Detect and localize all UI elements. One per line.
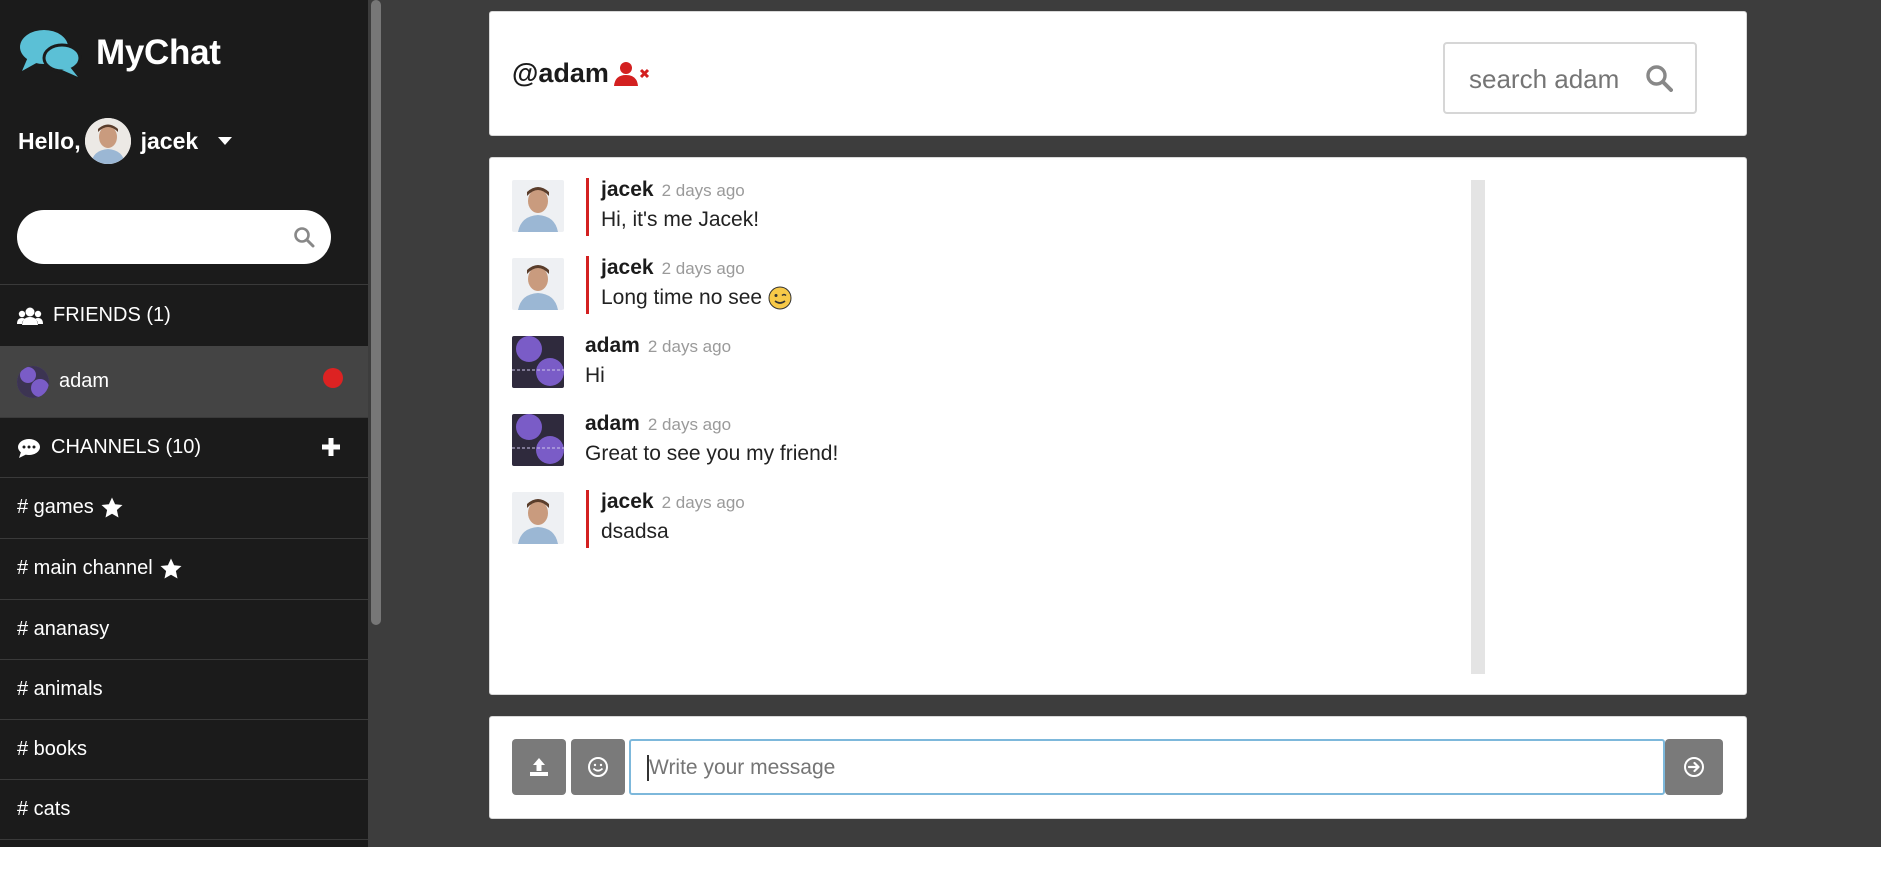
message-text: Long time no see <box>601 286 792 310</box>
conversation-title: @adam <box>512 58 651 89</box>
message-time: 2 days ago <box>661 259 745 278</box>
message-input[interactable] <box>649 753 1629 783</box>
status-dot <box>323 368 343 388</box>
message-item: jacek 2 days ago Long time no see <box>512 256 1452 314</box>
message-item: jacek 2 days ago dsadsa <box>512 490 1452 548</box>
channel-item-games[interactable]: # games <box>0 477 368 537</box>
chat-bubbles-icon <box>20 30 82 77</box>
sidebar-search-input[interactable] <box>35 222 275 252</box>
channel-label: # ananasy <box>17 618 110 640</box>
message-text-content: Hi <box>585 364 605 387</box>
friends-header[interactable]: FRIENDS (1) <box>0 284 368 346</box>
greeting: Hello, <box>18 127 81 154</box>
wink-emoji-icon <box>768 286 792 310</box>
upload-button[interactable] <box>512 739 566 795</box>
channel-label: # books <box>17 738 88 760</box>
friend-avatar <box>17 365 49 398</box>
message-author[interactable]: jacek <box>601 178 654 201</box>
conversation-title-text: @adam <box>512 58 609 88</box>
message-text-content: Long time no see <box>601 286 763 309</box>
sidebar: MyChat Hello, jacek FRIENDS (1) adam CHA… <box>0 0 368 847</box>
app-window: MyChat Hello, jacek FRIENDS (1) adam CHA… <box>0 0 1881 847</box>
message-body: jacek 2 days ago Long time no see <box>586 256 792 314</box>
send-button[interactable] <box>1665 739 1723 795</box>
message-time: 2 days ago <box>661 181 745 200</box>
message-author[interactable]: adam <box>585 334 640 357</box>
message-body: jacek 2 days ago Hi, it's me Jacek! <box>586 178 759 236</box>
sidebar-scrollbar[interactable] <box>368 0 384 847</box>
channel-label: # main channel <box>17 557 153 579</box>
channel-label: # animals <box>17 678 103 700</box>
message-item: jacek 2 days ago Hi, it's me Jacek! <box>512 178 1452 236</box>
message-body: adam 2 days ago Great to see you my frien… <box>585 412 838 470</box>
channel-item-animals[interactable]: # animals <box>0 659 368 719</box>
message-author[interactable]: jacek <box>601 490 654 513</box>
message-time: 2 days ago <box>647 415 732 434</box>
message-time: 2 days ago <box>661 493 745 512</box>
channel-item-ananasy[interactable]: # ananasy <box>0 599 368 659</box>
add-channel-icon[interactable] <box>320 436 342 458</box>
message-author[interactable]: jacek <box>601 256 654 279</box>
message-avatar-adam[interactable] <box>512 414 564 466</box>
message-time: 2 days ago <box>647 337 732 356</box>
message-text: Great to see you my friend! <box>585 442 838 466</box>
message-list-scrollbar[interactable] <box>1471 180 1485 674</box>
message-text: dsadsa <box>601 520 745 544</box>
search-icon[interactable] <box>293 226 315 248</box>
channels-label: CHANNELS (10) <box>51 436 202 458</box>
message-text: Hi <box>585 364 731 388</box>
message-item: adam 2 days ago Great to see you my frien… <box>512 412 1452 470</box>
channel-item-cats[interactable]: # cats <box>0 779 368 839</box>
message-avatar-jacek[interactable] <box>512 258 564 310</box>
channels-header[interactable]: CHANNELS (10) <box>0 417 368 477</box>
conversation-header: @adam <box>489 11 1747 136</box>
brand-name: MyChat <box>96 33 221 72</box>
message-avatar-jacek[interactable] <box>512 492 564 544</box>
message-text-content: Hi, it's me Jacek! <box>601 208 760 231</box>
message-body: jacek 2 days ago dsadsa <box>586 490 745 548</box>
message-text-content: dsadsa <box>601 520 669 543</box>
sidebar-search <box>17 210 331 264</box>
channel-item-books[interactable]: # books <box>0 719 368 779</box>
message-text: Hi, it's me Jacek! <box>601 208 759 232</box>
sidebar-divider <box>0 839 368 847</box>
message-avatar-adam[interactable] <box>512 336 564 388</box>
channel-item-main-channel[interactable]: # main channel <box>0 538 368 598</box>
message-input-box <box>629 739 1665 795</box>
user-menu[interactable]: Hello, jacek <box>18 118 233 164</box>
conversation-search-input[interactable] <box>1469 64 1639 94</box>
text-cursor <box>647 755 649 781</box>
friend-item-adam[interactable]: adam <box>0 346 368 417</box>
remove-friend-icon[interactable] <box>613 61 651 87</box>
message-text-content: Great to see you my friend! <box>585 442 839 465</box>
message-body: adam 2 days ago Hi <box>585 334 731 392</box>
sidebar-scrollbar-thumb[interactable] <box>371 0 381 625</box>
channel-label: # games <box>17 496 94 518</box>
friend-name: adam <box>59 370 110 392</box>
chevron-down-icon[interactable] <box>218 137 233 145</box>
channel-label: # cats <box>17 798 71 820</box>
composer <box>489 716 1747 819</box>
conversation-search <box>1443 42 1697 114</box>
upload-icon <box>530 758 548 776</box>
user-avatar <box>84 118 131 164</box>
star-icon[interactable] <box>100 496 124 520</box>
message-list[interactable]: jacek 2 days ago Hi, it's me Jacek! jacek… <box>512 178 1472 678</box>
message-avatar-jacek[interactable] <box>512 180 564 232</box>
message-item: adam 2 days ago Hi <box>512 334 1452 392</box>
username: jacek <box>140 127 199 154</box>
users-icon <box>17 307 43 325</box>
search-icon[interactable] <box>1645 64 1673 92</box>
star-icon[interactable] <box>159 557 183 581</box>
smile-icon <box>588 757 608 777</box>
friends-label: FRIENDS (1) <box>53 304 171 326</box>
comments-icon <box>18 438 40 458</box>
emoji-button[interactable] <box>571 739 625 795</box>
brand[interactable]: MyChat <box>18 26 221 80</box>
send-arrow-icon <box>1684 757 1704 777</box>
message-list-panel: jacek 2 days ago Hi, it's me Jacek! jacek… <box>489 157 1747 695</box>
message-author[interactable]: adam <box>585 412 640 435</box>
